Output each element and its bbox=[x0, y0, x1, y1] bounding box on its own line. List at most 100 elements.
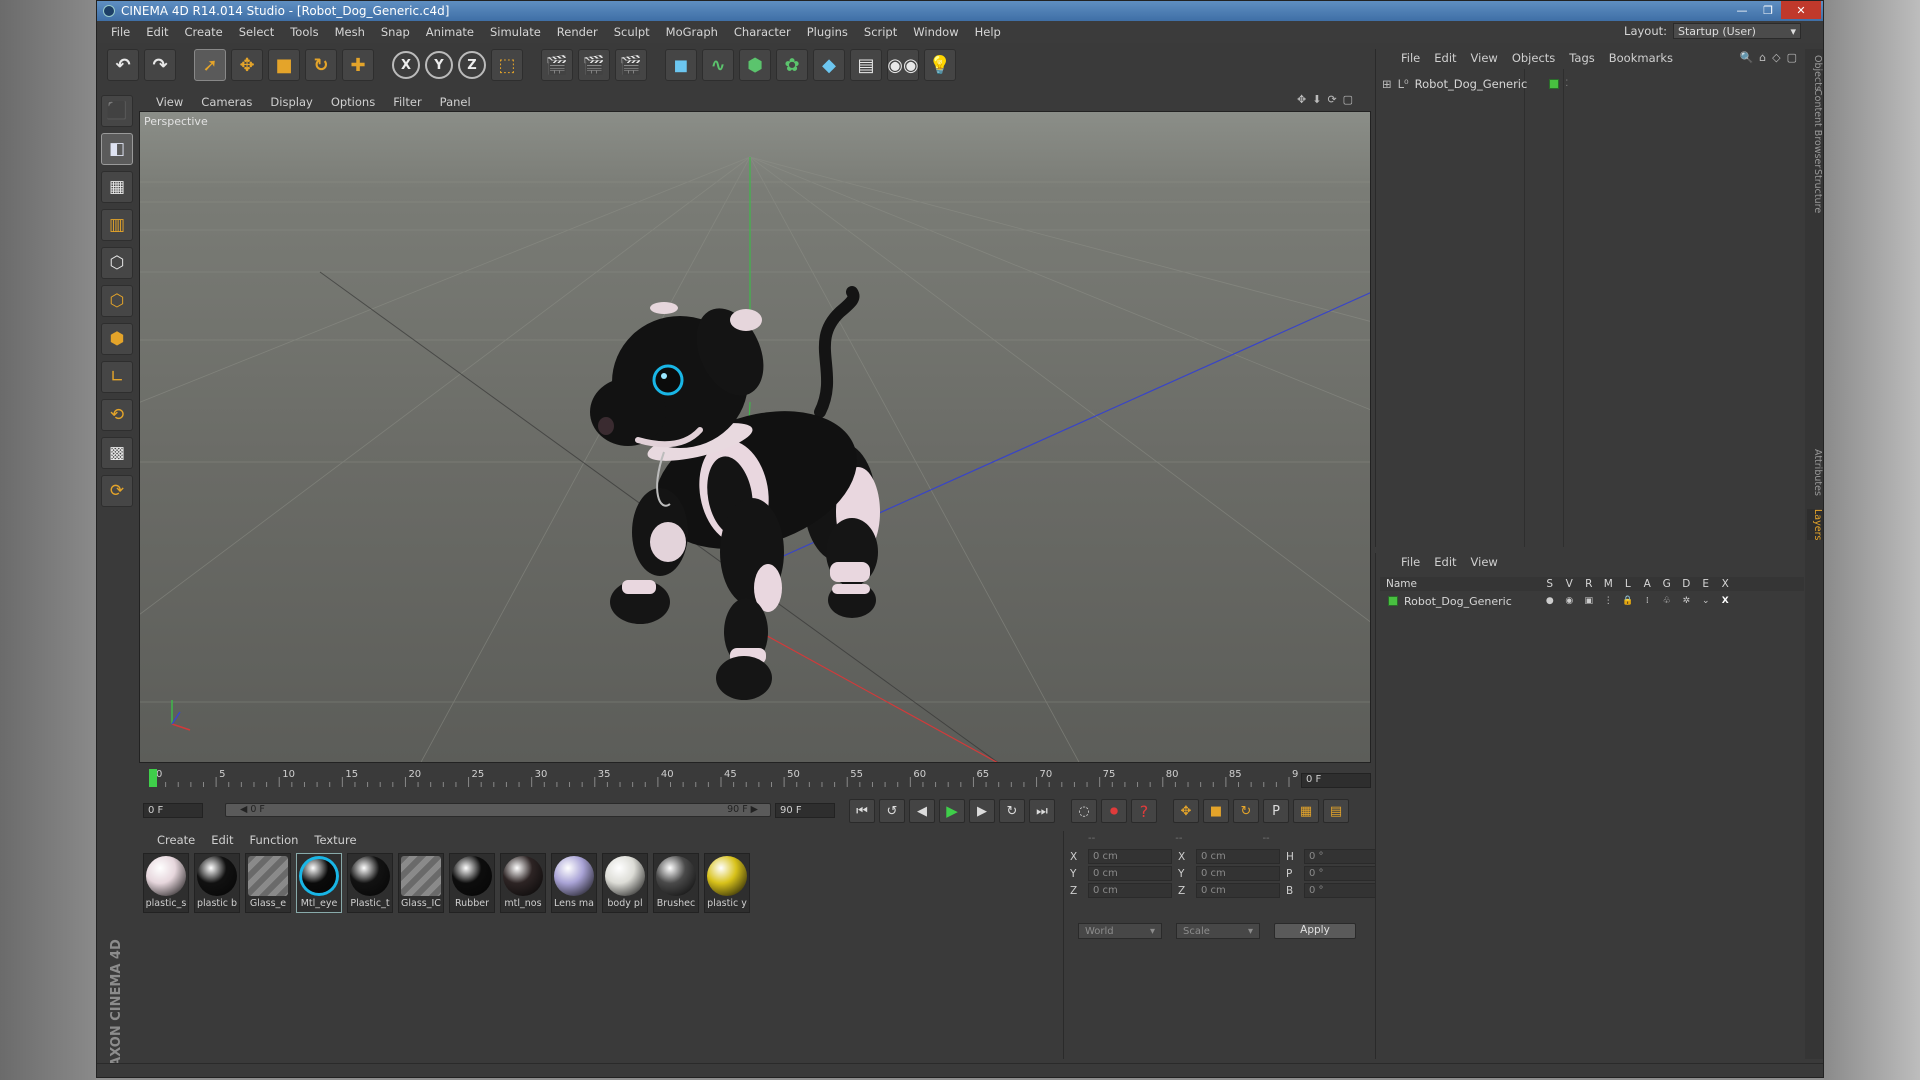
menu-plugins[interactable]: Plugins bbox=[799, 25, 856, 39]
add-button[interactable]: ✚ bbox=[342, 49, 374, 81]
menu-sculpt[interactable]: Sculpt bbox=[606, 25, 658, 39]
viewport-menu-cameras[interactable]: Cameras bbox=[192, 95, 261, 109]
size-field[interactable]: 0 cm bbox=[1196, 883, 1280, 898]
layer-xref-icon[interactable]: X bbox=[1716, 596, 1736, 606]
filter-icon[interactable]: ◇ bbox=[1772, 51, 1780, 64]
polygons-mode-button[interactable]: ⬢ bbox=[101, 323, 133, 355]
object-menu-objects[interactable]: Objects bbox=[1505, 51, 1562, 65]
layer-manager-icon[interactable]: ⋮ bbox=[1599, 596, 1619, 606]
material-menu-edit[interactable]: Edit bbox=[203, 833, 241, 847]
move-button[interactable]: ✥ bbox=[231, 49, 263, 81]
tweak-button[interactable]: ⟲ bbox=[101, 399, 133, 431]
side-tab-attributes[interactable]: Attributes bbox=[1807, 449, 1823, 496]
layer-menu-view[interactable]: View bbox=[1464, 555, 1505, 569]
menu-character[interactable]: Character bbox=[726, 25, 799, 39]
redo-button[interactable]: ↷ bbox=[144, 49, 176, 81]
material-swatch[interactable]: Glass_IC bbox=[398, 853, 444, 913]
current-frame-field[interactable]: 0 F bbox=[1301, 773, 1371, 788]
edges-mode-button[interactable]: ⬡ bbox=[101, 285, 133, 317]
floor-button[interactable]: ▤ bbox=[850, 49, 882, 81]
undo-button[interactable]: ↶ bbox=[107, 49, 139, 81]
layer-column-x[interactable]: X bbox=[1716, 578, 1736, 590]
menu-window[interactable]: Window bbox=[905, 25, 966, 39]
menu-render[interactable]: Render bbox=[549, 25, 606, 39]
material-swatch[interactable]: mtl_nos bbox=[500, 853, 546, 913]
size-field[interactable]: 0 cm bbox=[1196, 866, 1280, 881]
material-swatch[interactable]: plastic y bbox=[704, 853, 750, 913]
material-menu-function[interactable]: Function bbox=[242, 833, 307, 847]
material-swatch[interactable]: Lens ma bbox=[551, 853, 597, 913]
select-arrow-button[interactable]: ➚ bbox=[194, 49, 226, 81]
array-button[interactable]: ✿ bbox=[776, 49, 808, 81]
subdivision-button[interactable]: ⬢ bbox=[739, 49, 771, 81]
side-tab-objects[interactable]: Objects bbox=[1807, 55, 1823, 91]
object-menu-file[interactable]: File bbox=[1394, 51, 1427, 65]
z-axis-button[interactable]: Z bbox=[458, 51, 486, 79]
object-menu-view[interactable]: View bbox=[1464, 51, 1505, 65]
material-swatch[interactable]: Brushec bbox=[653, 853, 699, 913]
menu-script[interactable]: Script bbox=[856, 25, 905, 39]
auto-key-button[interactable]: ? bbox=[1131, 799, 1157, 823]
object-menu-bookmarks[interactable]: Bookmarks bbox=[1602, 51, 1680, 65]
keyframe-selection-button[interactable]: ◌ bbox=[1071, 799, 1097, 823]
y-axis-button[interactable]: Y bbox=[425, 51, 453, 79]
render-view-button[interactable]: 🎬 bbox=[541, 49, 573, 81]
layer-column-a[interactable]: A bbox=[1638, 578, 1658, 590]
frame-range-slider[interactable]: ◀ 0 F 90 F ▶ bbox=[225, 803, 771, 817]
next-frame-button[interactable]: ▶ bbox=[969, 799, 995, 823]
menu-file[interactable]: File bbox=[103, 25, 138, 39]
expand-icon[interactable]: ⊞ bbox=[1382, 77, 1392, 91]
layer-column-name[interactable]: Name bbox=[1380, 578, 1540, 590]
size-mode-dropdown[interactable]: Scale ▾ bbox=[1176, 923, 1260, 939]
layer-lock-icon[interactable]: 🔒 bbox=[1618, 596, 1638, 606]
points-mode-button[interactable]: ⬡ bbox=[101, 247, 133, 279]
layer-column-s[interactable]: S bbox=[1540, 578, 1560, 590]
prev-key-button[interactable]: ↺ bbox=[879, 799, 905, 823]
position-field[interactable]: 0 cm bbox=[1088, 849, 1172, 864]
layer-solo-icon[interactable]: ● bbox=[1540, 596, 1560, 606]
search-icon[interactable]: 🔍 bbox=[1739, 51, 1753, 64]
layout-dropdown[interactable]: Startup (User) ▾ bbox=[1673, 23, 1801, 39]
material-swatch[interactable]: plastic b bbox=[194, 853, 240, 913]
layer-column-m[interactable]: M bbox=[1599, 578, 1619, 590]
zoom-icon[interactable]: ⬇ bbox=[1312, 93, 1321, 106]
scale-button[interactable]: ■ bbox=[268, 49, 300, 81]
layer-deformer-icon[interactable]: ✲ bbox=[1677, 596, 1697, 606]
apply-button[interactable]: Apply bbox=[1274, 923, 1356, 939]
material-menu-texture[interactable]: Texture bbox=[306, 833, 364, 847]
material-menu-create[interactable]: Create bbox=[149, 833, 203, 847]
layer-menu-edit[interactable]: Edit bbox=[1427, 555, 1463, 569]
goto-end-button[interactable]: ⏭ bbox=[1029, 799, 1055, 823]
minimize-button[interactable]: — bbox=[1729, 1, 1755, 19]
snap-settings-button[interactable]: ⟳ bbox=[101, 475, 133, 507]
cube-button[interactable]: ◼ bbox=[665, 49, 697, 81]
layer-column-v[interactable]: V bbox=[1560, 578, 1580, 590]
layer-animation-icon[interactable]: ⁞ bbox=[1638, 596, 1658, 606]
layer-view-icon[interactable]: ◉ bbox=[1560, 596, 1580, 606]
next-key-button[interactable]: ↻ bbox=[999, 799, 1025, 823]
x-axis-button[interactable]: X bbox=[392, 51, 420, 79]
timeline-ruler[interactable]: 051015202530354045505560657075808590 bbox=[139, 767, 1299, 789]
timeline-window-button[interactable]: ▤ bbox=[1323, 799, 1349, 823]
menu-help[interactable]: Help bbox=[967, 25, 1009, 39]
render-picture-viewer-button[interactable]: 🎬 bbox=[578, 49, 610, 81]
render-settings-button[interactable]: 🎬 bbox=[615, 49, 647, 81]
workplane-button[interactable]: ▥ bbox=[101, 209, 133, 241]
texture-mode-button[interactable]: ▦ bbox=[101, 171, 133, 203]
layer-column-l[interactable]: L bbox=[1618, 578, 1638, 590]
layer-column-d[interactable]: D bbox=[1677, 578, 1697, 590]
viewport-menu-filter[interactable]: Filter bbox=[384, 95, 430, 109]
menu-animate[interactable]: Animate bbox=[418, 25, 482, 39]
model-mode-button[interactable]: ◧ bbox=[101, 133, 133, 165]
layer-expression-icon[interactable]: ⌄ bbox=[1696, 596, 1716, 606]
material-swatch[interactable]: plastic_s bbox=[143, 853, 189, 913]
maximize-button[interactable]: ❐ bbox=[1755, 1, 1781, 19]
layer-generator-icon[interactable]: ♧ bbox=[1657, 596, 1677, 606]
light-button[interactable]: 💡 bbox=[924, 49, 956, 81]
deformer-button[interactable]: ◆ bbox=[813, 49, 845, 81]
make-editable-button[interactable]: ⬛ bbox=[101, 95, 133, 127]
layer-column-r[interactable]: R bbox=[1579, 578, 1599, 590]
viewport-menu-options[interactable]: Options bbox=[322, 95, 384, 109]
camera-button[interactable]: ◉◉ bbox=[887, 49, 919, 81]
end-frame-field[interactable]: 90 F bbox=[775, 803, 835, 818]
